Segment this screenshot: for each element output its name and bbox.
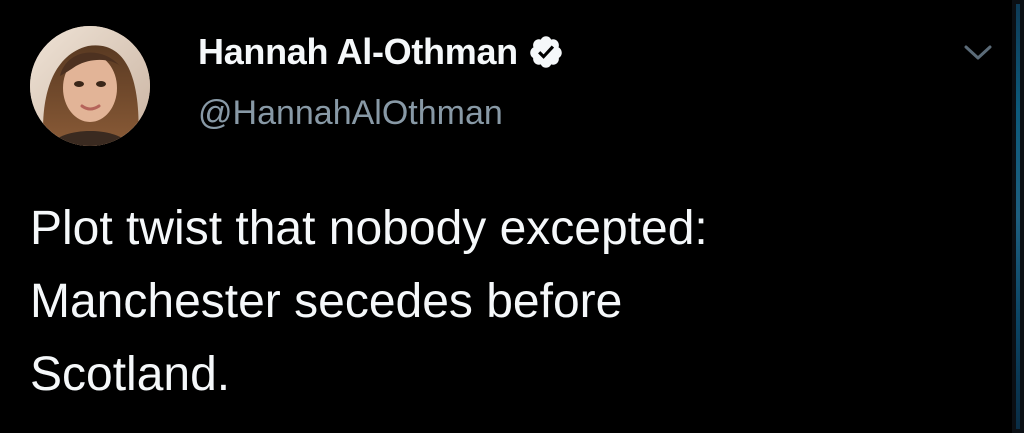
side-strip [1016, 4, 1020, 429]
tweet-text: Plot twist that nobody excepted: Manches… [30, 202, 708, 401]
tweet-card[interactable]: Hannah Al-Othman @HannahAlOthman Plot tw… [0, 0, 1012, 433]
scrollbar-edge [1012, 0, 1024, 433]
user-handle[interactable]: @HannahAlOthman [198, 94, 503, 133]
chevron-down-icon[interactable] [958, 38, 998, 66]
profile-photo-icon [30, 26, 150, 146]
author-name-row: Hannah Al-Othman [198, 26, 564, 78]
verified-badge-icon [528, 34, 564, 70]
avatar[interactable] [30, 26, 150, 146]
display-name[interactable]: Hannah Al-Othman [198, 31, 518, 73]
